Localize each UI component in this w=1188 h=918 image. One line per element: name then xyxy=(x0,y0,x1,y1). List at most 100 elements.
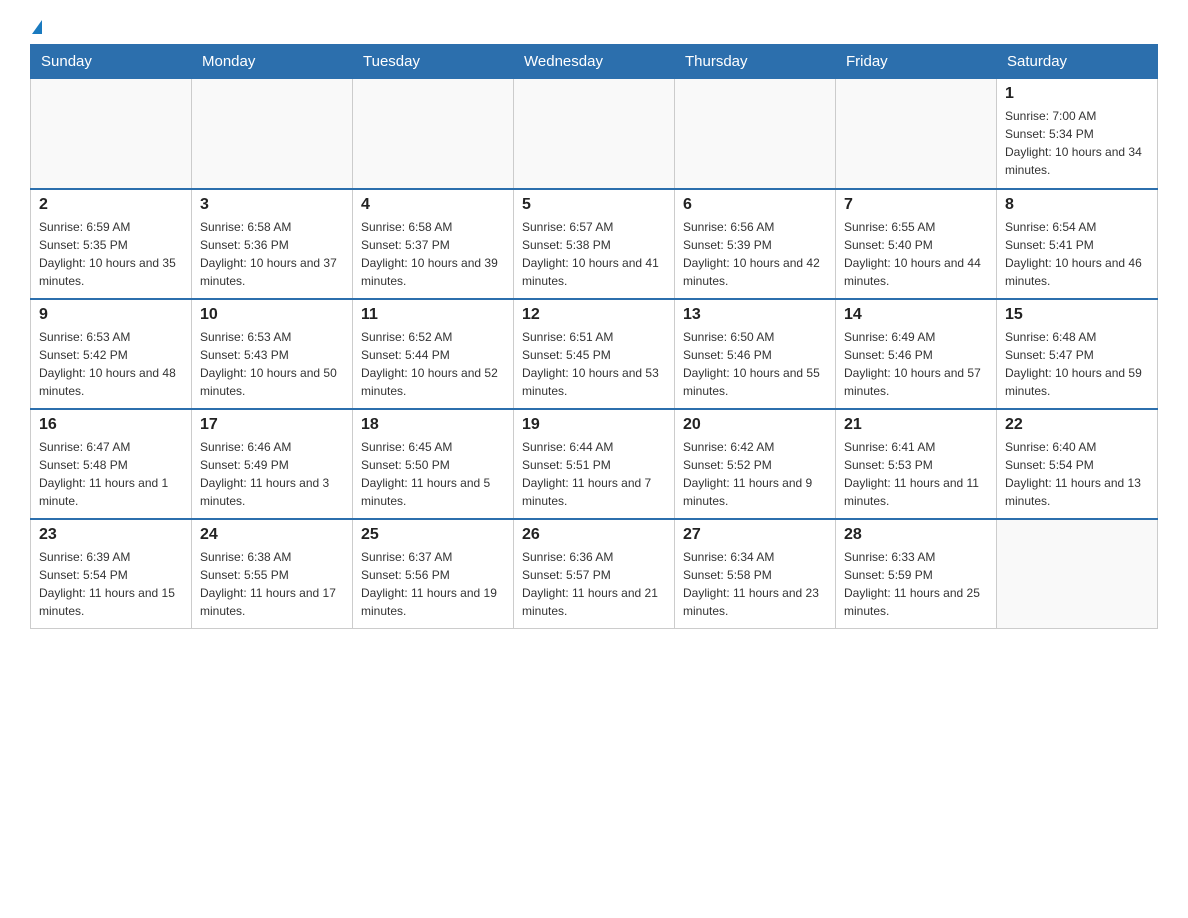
calendar-cell: 23 Sunrise: 6:39 AMSunset: 5:54 PMDayligh… xyxy=(31,519,192,629)
logo xyxy=(30,20,42,34)
day-info: Sunrise: 6:55 AMSunset: 5:40 PMDaylight:… xyxy=(844,218,988,290)
calendar-cell: 18Sunrise: 6:45 AMSunset: 5:50 PMDayligh… xyxy=(353,409,514,519)
calendar-cell: 15 Sunrise: 6:48 AMSunset: 5:47 PMDayligh… xyxy=(997,299,1158,409)
calendar-cell: 12 Sunrise: 6:51 AMSunset: 5:45 PMDayligh… xyxy=(514,299,675,409)
calendar-cell xyxy=(675,79,836,189)
calendar-header-row: SundayMondayTuesdayWednesdayThursdayFrid… xyxy=(31,45,1158,79)
day-number: 19 xyxy=(522,416,666,434)
calendar-cell: 11 Sunrise: 6:52 AMSunset: 5:44 PMDayligh… xyxy=(353,299,514,409)
day-number: 27 xyxy=(683,526,827,544)
calendar-week-row: 1 Sunrise: 7:00 AMSunset: 5:34 PMDaylight… xyxy=(31,79,1158,189)
calendar-cell: 24 Sunrise: 6:38 AMSunset: 5:55 PMDayligh… xyxy=(192,519,353,629)
day-info: Sunrise: 6:59 AMSunset: 5:35 PMDaylight:… xyxy=(39,218,183,290)
header-monday: Monday xyxy=(192,45,353,79)
calendar-cell: 21 Sunrise: 6:41 AMSunset: 5:53 PMDayligh… xyxy=(836,409,997,519)
day-number: 23 xyxy=(39,526,183,544)
day-number: 9 xyxy=(39,306,183,324)
day-info: Sunrise: 6:57 AMSunset: 5:38 PMDaylight:… xyxy=(522,218,666,290)
day-number: 13 xyxy=(683,306,827,324)
header-friday: Friday xyxy=(836,45,997,79)
calendar-cell: 4 Sunrise: 6:58 AMSunset: 5:37 PMDaylight… xyxy=(353,189,514,299)
day-number: 14 xyxy=(844,306,988,324)
calendar-week-row: 2 Sunrise: 6:59 AMSunset: 5:35 PMDaylight… xyxy=(31,189,1158,299)
day-number: 17 xyxy=(200,416,344,434)
day-info: Sunrise: 6:46 AMSunset: 5:49 PMDaylight:… xyxy=(200,438,344,510)
calendar-week-row: 9 Sunrise: 6:53 AMSunset: 5:42 PMDaylight… xyxy=(31,299,1158,409)
day-info: Sunrise: 6:38 AMSunset: 5:55 PMDaylight:… xyxy=(200,548,344,620)
day-number: 28 xyxy=(844,526,988,544)
header-saturday: Saturday xyxy=(997,45,1158,79)
calendar-cell: 20Sunrise: 6:42 AMSunset: 5:52 PMDayligh… xyxy=(675,409,836,519)
calendar-cell: 3 Sunrise: 6:58 AMSunset: 5:36 PMDaylight… xyxy=(192,189,353,299)
calendar-cell: 9 Sunrise: 6:53 AMSunset: 5:42 PMDaylight… xyxy=(31,299,192,409)
day-info: Sunrise: 6:36 AMSunset: 5:57 PMDaylight:… xyxy=(522,548,666,620)
calendar-week-row: 23 Sunrise: 6:39 AMSunset: 5:54 PMDayligh… xyxy=(31,519,1158,629)
header-sunday: Sunday xyxy=(31,45,192,79)
calendar-cell xyxy=(514,79,675,189)
day-info: Sunrise: 6:56 AMSunset: 5:39 PMDaylight:… xyxy=(683,218,827,290)
day-info: Sunrise: 6:52 AMSunset: 5:44 PMDaylight:… xyxy=(361,328,505,400)
day-number: 8 xyxy=(1005,196,1149,214)
day-info: Sunrise: 6:58 AMSunset: 5:36 PMDaylight:… xyxy=(200,218,344,290)
calendar-cell: 10 Sunrise: 6:53 AMSunset: 5:43 PMDayligh… xyxy=(192,299,353,409)
day-number: 21 xyxy=(844,416,988,434)
header-thursday: Thursday xyxy=(675,45,836,79)
calendar-cell xyxy=(997,519,1158,629)
day-number: 16 xyxy=(39,416,183,434)
calendar-cell: 13 Sunrise: 6:50 AMSunset: 5:46 PMDayligh… xyxy=(675,299,836,409)
day-number: 22 xyxy=(1005,416,1149,434)
day-info: Sunrise: 6:53 AMSunset: 5:43 PMDaylight:… xyxy=(200,328,344,400)
logo-triangle-icon xyxy=(32,20,42,34)
day-number: 7 xyxy=(844,196,988,214)
calendar-week-row: 16 Sunrise: 6:47 AMSunset: 5:48 PMDayligh… xyxy=(31,409,1158,519)
header-wednesday: Wednesday xyxy=(514,45,675,79)
day-info: Sunrise: 7:00 AMSunset: 5:34 PMDaylight:… xyxy=(1005,107,1149,179)
calendar-cell: 17 Sunrise: 6:46 AMSunset: 5:49 PMDayligh… xyxy=(192,409,353,519)
day-info: Sunrise: 6:47 AMSunset: 5:48 PMDaylight:… xyxy=(39,438,183,510)
day-number: 10 xyxy=(200,306,344,324)
calendar-cell xyxy=(836,79,997,189)
day-number: 4 xyxy=(361,196,505,214)
day-info: Sunrise: 6:51 AMSunset: 5:45 PMDaylight:… xyxy=(522,328,666,400)
calendar-cell xyxy=(31,79,192,189)
calendar-cell: 22 Sunrise: 6:40 AMSunset: 5:54 PMDayligh… xyxy=(997,409,1158,519)
day-info: Sunrise: 6:50 AMSunset: 5:46 PMDaylight:… xyxy=(683,328,827,400)
calendar-cell xyxy=(192,79,353,189)
day-number: 12 xyxy=(522,306,666,324)
day-number: 25 xyxy=(361,526,505,544)
day-info: Sunrise: 6:44 AMSunset: 5:51 PMDaylight:… xyxy=(522,438,666,510)
day-number: 15 xyxy=(1005,306,1149,324)
calendar-cell: 16 Sunrise: 6:47 AMSunset: 5:48 PMDayligh… xyxy=(31,409,192,519)
day-number: 20 xyxy=(683,416,827,434)
day-info: Sunrise: 6:33 AMSunset: 5:59 PMDaylight:… xyxy=(844,548,988,620)
page-header xyxy=(30,20,1158,34)
calendar-cell: 8 Sunrise: 6:54 AMSunset: 5:41 PMDaylight… xyxy=(997,189,1158,299)
day-info: Sunrise: 6:58 AMSunset: 5:37 PMDaylight:… xyxy=(361,218,505,290)
calendar-cell: 27 Sunrise: 6:34 AMSunset: 5:58 PMDayligh… xyxy=(675,519,836,629)
day-number: 2 xyxy=(39,196,183,214)
day-info: Sunrise: 6:45 AMSunset: 5:50 PMDaylight:… xyxy=(361,438,505,510)
day-info: Sunrise: 6:48 AMSunset: 5:47 PMDaylight:… xyxy=(1005,328,1149,400)
day-number: 24 xyxy=(200,526,344,544)
day-info: Sunrise: 6:34 AMSunset: 5:58 PMDaylight:… xyxy=(683,548,827,620)
calendar-cell: 14 Sunrise: 6:49 AMSunset: 5:46 PMDayligh… xyxy=(836,299,997,409)
day-info: Sunrise: 6:49 AMSunset: 5:46 PMDaylight:… xyxy=(844,328,988,400)
day-info: Sunrise: 6:53 AMSunset: 5:42 PMDaylight:… xyxy=(39,328,183,400)
calendar-cell: 1 Sunrise: 7:00 AMSunset: 5:34 PMDaylight… xyxy=(997,79,1158,189)
day-number: 1 xyxy=(1005,85,1149,103)
day-number: 3 xyxy=(200,196,344,214)
calendar-cell: 25Sunrise: 6:37 AMSunset: 5:56 PMDayligh… xyxy=(353,519,514,629)
day-number: 11 xyxy=(361,306,505,324)
calendar-cell: 7 Sunrise: 6:55 AMSunset: 5:40 PMDaylight… xyxy=(836,189,997,299)
day-info: Sunrise: 6:41 AMSunset: 5:53 PMDaylight:… xyxy=(844,438,988,510)
calendar-cell: 5 Sunrise: 6:57 AMSunset: 5:38 PMDaylight… xyxy=(514,189,675,299)
day-info: Sunrise: 6:39 AMSunset: 5:54 PMDaylight:… xyxy=(39,548,183,620)
calendar-cell: 26 Sunrise: 6:36 AMSunset: 5:57 PMDayligh… xyxy=(514,519,675,629)
day-number: 26 xyxy=(522,526,666,544)
calendar-cell: 2 Sunrise: 6:59 AMSunset: 5:35 PMDaylight… xyxy=(31,189,192,299)
day-info: Sunrise: 6:54 AMSunset: 5:41 PMDaylight:… xyxy=(1005,218,1149,290)
day-number: 5 xyxy=(522,196,666,214)
calendar-table: SundayMondayTuesdayWednesdayThursdayFrid… xyxy=(30,44,1158,629)
day-number: 6 xyxy=(683,196,827,214)
day-info: Sunrise: 6:40 AMSunset: 5:54 PMDaylight:… xyxy=(1005,438,1149,510)
